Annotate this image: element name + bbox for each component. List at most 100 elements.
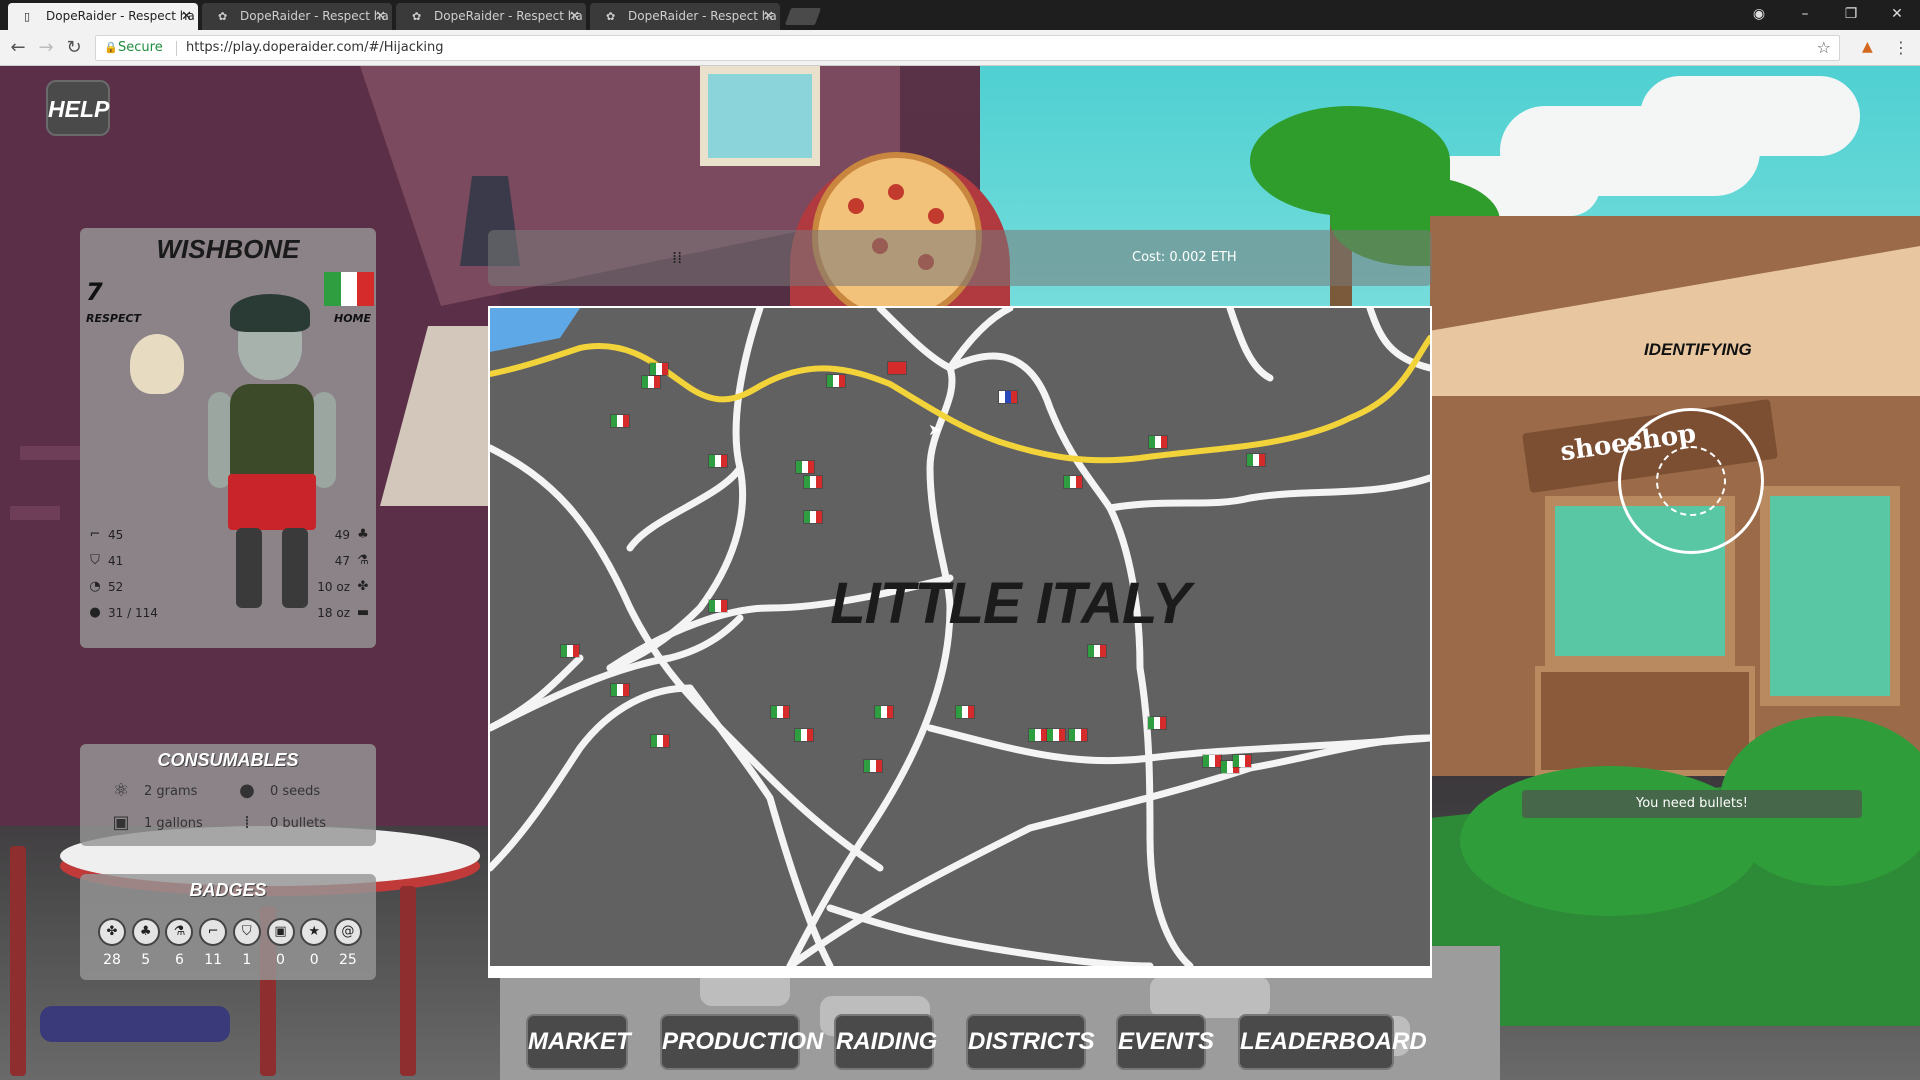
territory-flag-italy[interactable] (560, 644, 580, 658)
building-window (700, 66, 820, 166)
bookmark-star-icon[interactable]: ☆ (1817, 38, 1831, 57)
brick-icon: ▬ (356, 605, 370, 620)
profile-icon[interactable]: ◉ (1736, 0, 1782, 30)
close-window-icon[interactable]: ✕ (1874, 0, 1920, 30)
shield-icon: ⛉ (90, 553, 100, 568)
territory-flag-italy[interactable] (1087, 644, 1107, 658)
cobblestone (1150, 976, 1270, 1018)
minimize-icon[interactable]: – (1782, 0, 1828, 30)
badge-spiral[interactable]: @25 (333, 918, 362, 968)
territory-flag-italy[interactable] (826, 374, 846, 388)
nav-raiding-button[interactable]: RAIDING (834, 1014, 937, 1070)
tab-close-icon[interactable]: ✕ (181, 3, 192, 30)
tab-close-icon[interactable]: ✕ (375, 3, 386, 30)
new-tab-button[interactable] (784, 8, 822, 25)
chair-seat (40, 1006, 230, 1042)
stat-flask: ⚗ 47 (334, 553, 369, 569)
address-bar: ← → ↻ 🔒 Secure https://play.doperaider.c… (0, 30, 1920, 66)
territory-flag-china[interactable] (887, 361, 907, 375)
territory-flag-italy[interactable] (803, 510, 823, 524)
district-name: LITTLE ITALY (830, 571, 1191, 636)
target-ring-inner (1656, 446, 1726, 516)
badge-runner[interactable]: ★ 0 (300, 918, 329, 968)
pepperoni (928, 208, 944, 224)
browser-tab-1[interactable]: ▯ DopeRaider - Respect ha ✕ (8, 3, 198, 30)
lock-icon: 🔒 (104, 41, 118, 54)
territory-flag-italy[interactable] (1068, 728, 1088, 742)
browser-menu-icon[interactable]: ⋮ (1893, 38, 1909, 57)
back-icon[interactable]: ← (6, 36, 30, 60)
territory-flag-italy[interactable] (1246, 453, 1266, 467)
territory-flag-russia[interactable] (998, 390, 1018, 404)
badge-row: ✤ 28 ♣ 5 ⚗ 6 ⌐ 11 ⛉ 1 ▣ 0 ★ 0 @25 (98, 918, 362, 968)
badge-weed[interactable]: ✤ 28 (98, 918, 126, 968)
gun-icon: ⌐ (89, 527, 101, 542)
tab-close-icon[interactable]: ✕ (569, 3, 580, 30)
territory-flag-italy[interactable] (1148, 435, 1168, 449)
territory-flag-italy[interactable] (649, 362, 669, 376)
respect-value: 7 (86, 278, 103, 306)
url-field[interactable]: 🔒 Secure https://play.doperaider.com/#/H… (95, 35, 1840, 61)
cost-label: Cost: 0.002 ETH (1132, 250, 1237, 265)
help-button[interactable]: HELP (46, 80, 110, 136)
pepperoni (888, 184, 904, 200)
browser-tab-3[interactable]: ✿ DopeRaider - Respect ha ✕ (396, 3, 586, 30)
territory-flag-italy[interactable] (795, 460, 815, 474)
territory-flag-italy[interactable] (708, 454, 728, 468)
badge-plant[interactable]: ♣ 5 (131, 918, 160, 968)
badge-flask[interactable]: ⚗ 6 (165, 918, 194, 968)
avatar-leg (282, 528, 308, 608)
territory-flag-italy[interactable] (610, 414, 630, 428)
territory-flag-italy[interactable] (874, 705, 894, 719)
territory-flag-italy[interactable] (863, 759, 883, 773)
badge-box[interactable]: ▣ 0 (266, 918, 295, 968)
territory-flag-italy[interactable] (1202, 754, 1222, 768)
nav-leaderboard-button[interactable]: LEADERBOARD (1238, 1014, 1427, 1070)
road (826, 904, 1154, 966)
mouse-cursor-icon: ➤ (928, 420, 942, 439)
badge-shield[interactable]: ⛉ 1 (232, 918, 261, 968)
forward-icon[interactable]: → (34, 36, 58, 60)
shop-window (1760, 486, 1900, 706)
restore-icon[interactable]: ❐ (1828, 0, 1874, 30)
territory-flag-italy[interactable] (1028, 728, 1048, 742)
consumable-seeds: ● 0 seeds (236, 780, 320, 802)
consumable-grams: ⚛ 2 grams (110, 780, 197, 802)
stat-defense: ⛉ 41 (88, 553, 123, 569)
territory-flag-italy[interactable] (955, 705, 975, 719)
territory-flag-italy[interactable] (1147, 716, 1167, 730)
nav-districts-button[interactable]: DISTRICTS (966, 1014, 1095, 1070)
nav-market-button[interactable]: MARKET (526, 1014, 631, 1070)
territory-flag-italy[interactable] (1232, 754, 1252, 768)
nav-events-button[interactable]: EVENTS (1116, 1014, 1214, 1070)
nav-production-button[interactable]: PRODUCTION (660, 1014, 823, 1070)
speed-icon: ◔ (89, 579, 101, 594)
browser-tab-4[interactable]: ✿ DopeRaider - Respect ha ✕ (590, 3, 780, 30)
territory-flag-italy[interactable] (1046, 728, 1066, 742)
box-badge-icon: ▣ (266, 918, 295, 946)
territory-flag-italy[interactable] (641, 375, 661, 389)
district-map[interactable]: LITTLE ITALY ➤ (490, 308, 1430, 966)
avatar-shorts (228, 474, 316, 530)
respect-label: RESPECT (86, 312, 142, 325)
territory-flag-italy[interactable] (770, 705, 790, 719)
territory-flag-italy[interactable] (1063, 475, 1083, 489)
identifying-label: IDENTIFYING (1644, 340, 1752, 359)
plant-badge-icon: ♣ (131, 918, 160, 946)
tab-title: DopeRaider - Respect ha (240, 9, 389, 23)
road (606, 464, 747, 672)
extension-icon[interactable]: ▲ (1862, 39, 1878, 55)
territory-flag-italy[interactable] (708, 599, 728, 613)
reload-icon[interactable]: ↻ (62, 36, 86, 60)
badge-gun[interactable]: ⌐ 11 (199, 918, 228, 968)
territory-flag-italy[interactable] (794, 728, 814, 742)
character-avatar (190, 288, 350, 618)
shield-badge-icon: ⛉ (232, 918, 261, 946)
territory-flag-italy[interactable] (803, 475, 823, 489)
territory-flag-italy[interactable] (610, 683, 630, 697)
browser-tab-2[interactable]: ✿ DopeRaider - Respect ha ✕ (202, 3, 392, 30)
territory-flag-italy[interactable] (650, 734, 670, 748)
shop-door (1535, 666, 1755, 776)
tab-close-icon[interactable]: ✕ (763, 3, 774, 30)
hijack-info-bar: ⁞⁞ Cost: 0.002 ETH (488, 230, 1432, 286)
